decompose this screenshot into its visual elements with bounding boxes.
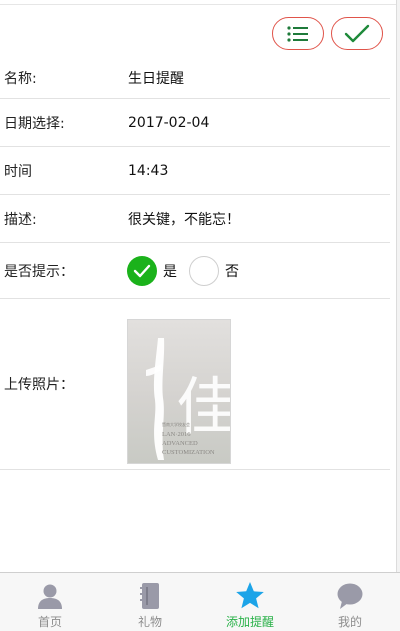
top-divider: [0, 4, 396, 5]
time-row: 时间 14:43: [0, 147, 390, 195]
remind-label: 是否提示：: [4, 263, 74, 280]
chat-bubble-icon: [335, 581, 365, 611]
check-icon: [133, 264, 151, 277]
photo-caption-line1: LAN·2016: [162, 431, 191, 438]
name-label: 名称:: [4, 71, 37, 87]
list-icon: [287, 25, 308, 42]
tab-home-label: 首页: [37, 615, 62, 629]
list-button[interactable]: [272, 17, 324, 50]
notebook-icon: [135, 581, 165, 611]
photo-caption-line2: ADVANCED: [162, 440, 198, 447]
photo-row: 上传照片： 佳 暨南大学校友会 LAN·2016 ADVANCED CUSTOM…: [0, 299, 390, 470]
date-label: 日期选择:: [4, 115, 65, 132]
photo-label: 上传照片：: [4, 377, 74, 393]
confirm-button[interactable]: [331, 17, 383, 50]
tab-add-reminder[interactable]: 添加提醒: [200, 573, 300, 631]
name-field[interactable]: 生日提醒: [128, 68, 184, 88]
remind-yes-label: 是: [163, 263, 177, 280]
remind-no-radio[interactable]: [189, 255, 219, 286]
bottom-tab-bar: 首页 礼物 添加提醒 我的: [0, 572, 400, 631]
time-label: 时间: [4, 163, 32, 180]
tab-home[interactable]: 首页: [0, 573, 100, 631]
date-row: 日期选择: 2017-02-04: [0, 99, 390, 147]
reminder-form: 名称: 生日提醒 日期选择: 2017-02-04 时间 14:43 描述: 很…: [0, 58, 390, 470]
time-picker[interactable]: 14:43: [128, 163, 168, 179]
description-field[interactable]: 很关键，不能忘！: [128, 209, 240, 229]
uploaded-photo[interactable]: 佳 暨南大学校友会 LAN·2016 ADVANCED CUSTOMIZATIO…: [127, 319, 231, 464]
date-picker[interactable]: 2017-02-04: [128, 115, 209, 131]
scrollbar-track: [396, 0, 400, 572]
remind-no-label: 否: [225, 263, 239, 280]
remind-yes-radio[interactable]: [127, 255, 157, 286]
description-label: 描述:: [4, 211, 37, 228]
remind-row: 是否提示： 是 否: [0, 243, 390, 299]
user-icon: [35, 581, 65, 611]
tab-add-reminder-label: 添加提醒: [225, 615, 274, 629]
description-row: 描述: 很关键，不能忘！: [0, 195, 390, 243]
photo-caption-line3: CUSTOMIZATION: [162, 449, 215, 456]
name-row: 名称: 生日提醒: [0, 58, 390, 99]
tab-gifts[interactable]: 礼物: [100, 573, 200, 631]
tab-gifts-label: 礼物: [137, 615, 162, 629]
tab-mine[interactable]: 我的: [300, 573, 400, 631]
star-icon: [235, 581, 265, 611]
tab-mine-label: 我的: [337, 615, 362, 629]
check-icon: [344, 24, 370, 42]
photo-caption-small: 暨南大学校友会: [162, 421, 190, 427]
remind-radio-group: 是 否: [127, 255, 251, 286]
photo-artwork: 佳 暨南大学校友会 LAN·2016 ADVANCED CUSTOMIZATIO…: [128, 320, 230, 463]
